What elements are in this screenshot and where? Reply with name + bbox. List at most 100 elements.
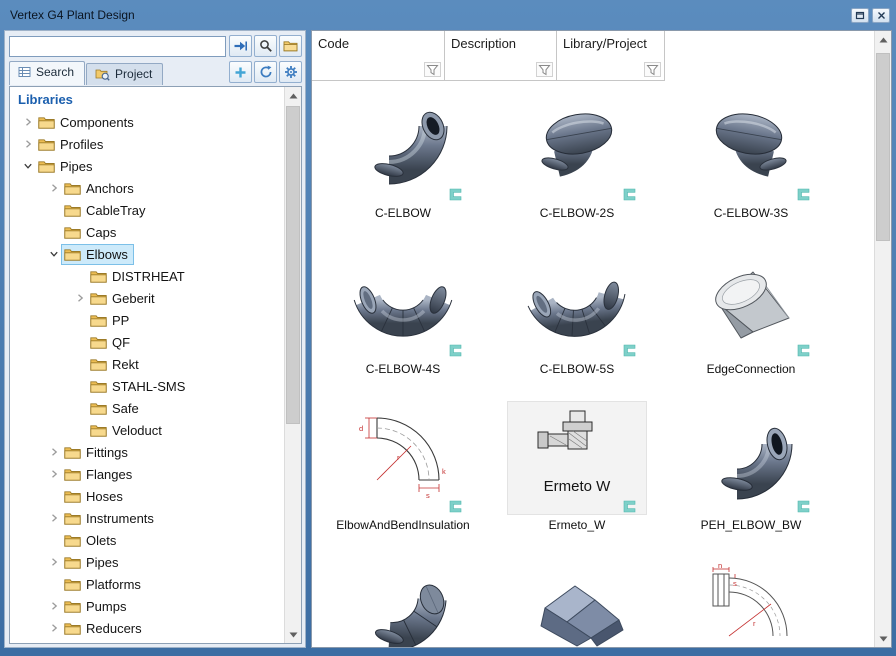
chevron-right-icon[interactable] [46, 467, 61, 481]
chevron-right-icon[interactable] [72, 291, 87, 305]
chevron-right-icon[interactable] [46, 555, 61, 569]
tree-item[interactable]: Elbows [10, 243, 284, 265]
window-controls [851, 8, 890, 23]
catalog-scrollbar[interactable] [874, 31, 891, 647]
component-badge-icon [449, 188, 462, 201]
tree-toolbar [229, 61, 302, 83]
tree-scrollbar[interactable] [284, 87, 301, 643]
chevron-down-icon[interactable] [20, 159, 35, 173]
scroll-down-button[interactable] [285, 626, 301, 643]
search-button[interactable] [254, 35, 277, 57]
scroll-up-button[interactable] [875, 31, 891, 48]
catalog-item[interactable]: hsr [664, 555, 838, 647]
tree-item[interactable]: Caps [10, 221, 284, 243]
tree-item[interactable]: Components [10, 111, 284, 133]
tree-item[interactable]: CableTray [10, 199, 284, 221]
catalog-item[interactable]: C-ELBOW-3S [664, 87, 838, 243]
chevron-right-icon[interactable] [46, 445, 61, 459]
tree-item[interactable]: Fittings [10, 441, 284, 463]
browse-button[interactable] [279, 35, 302, 57]
tree-item-label: Profiles [60, 137, 103, 152]
tree-item[interactable]: DISTRHEAT [10, 265, 284, 287]
tree-list: Libraries ComponentsProfilesPipesAnchors… [10, 87, 284, 643]
item-thumbnail [490, 555, 664, 647]
scroll-up-icon [879, 37, 888, 43]
tree-item[interactable]: Rekt [10, 353, 284, 375]
tree-item[interactable]: QF [10, 331, 284, 353]
component-badge-icon [449, 500, 462, 513]
tree-item[interactable]: Flanges [10, 463, 284, 485]
scrollbar-thumb[interactable] [876, 53, 890, 241]
filter-funnel-icon[interactable] [424, 62, 441, 77]
tree-item[interactable]: Instruments [10, 507, 284, 529]
tree-item[interactable]: Safe [10, 397, 284, 419]
search-row [5, 31, 305, 59]
catalog-item[interactable] [316, 555, 490, 647]
svg-text:Ermeto W: Ermeto W [544, 478, 612, 495]
tree-item-label: Olets [86, 533, 116, 548]
chevron-right-icon[interactable] [46, 621, 61, 635]
component-badge-icon [797, 188, 810, 201]
catalog-item[interactable]: C-ELBOW [316, 87, 490, 243]
window-content: SearchProject Libraries ComponentsProfil… [4, 30, 892, 648]
scroll-down-button[interactable] [875, 630, 891, 647]
tree-item[interactable]: Reducers [10, 617, 284, 639]
tree-item[interactable]: Profiles [10, 133, 284, 155]
folder-icon [64, 182, 81, 195]
chevron-placeholder [72, 357, 87, 371]
tree-item[interactable]: PP [10, 309, 284, 331]
tab-search[interactable]: Search [9, 61, 85, 85]
scroll-up-button[interactable] [285, 87, 301, 104]
column-header-library-project[interactable]: Library/Project [557, 31, 665, 81]
catalog-item[interactable]: C-ELBOW-2S [490, 87, 664, 243]
chevron-right-icon[interactable] [20, 137, 35, 151]
chevron-placeholder [72, 269, 87, 283]
tree-item[interactable]: Pumps [10, 595, 284, 617]
catalog-item[interactable]: PEH_ELBOW_BW [664, 399, 838, 555]
tree-item[interactable]: Hoses [10, 485, 284, 507]
item-code: Ermeto_W [490, 517, 664, 533]
folder-icon [90, 402, 107, 415]
tree-item[interactable]: Veloduct [10, 419, 284, 441]
chevron-right-icon[interactable] [20, 115, 35, 129]
column-header-code[interactable]: Code [312, 31, 445, 81]
catalog-item[interactable]: C-ELBOW-5S [490, 243, 664, 399]
tree-item[interactable]: Anchors [10, 177, 284, 199]
tree-item[interactable]: Geberit [10, 287, 284, 309]
item-thumbnail [316, 555, 490, 647]
close-button[interactable] [872, 8, 890, 23]
catalog-item[interactable]: Ermeto W Ermeto_W [490, 399, 664, 555]
tree-item-label: Pipes [60, 159, 93, 174]
tree-item-label: Safe [112, 401, 139, 416]
tab-project[interactable]: Project [86, 63, 163, 85]
catalog-item[interactable] [490, 555, 664, 647]
chevron-right-icon[interactable] [46, 511, 61, 525]
chevron-right-icon[interactable] [46, 181, 61, 195]
tree-item[interactable]: Olets [10, 529, 284, 551]
catalog-item[interactable]: EdgeConnection [664, 243, 838, 399]
refresh-button[interactable] [254, 61, 277, 83]
go-button[interactable] [229, 35, 252, 57]
catalog-item[interactable]: C-ELBOW-4S [316, 243, 490, 399]
chevron-down-icon[interactable] [46, 247, 61, 261]
catalog-item[interactable]: dsrk ElbowAndBendInsulation [316, 399, 490, 555]
tree-item[interactable]: ServicePiping [10, 639, 284, 643]
settings-button[interactable] [279, 61, 302, 83]
column-label: Description [451, 36, 516, 51]
tree-item[interactable]: Pipes [10, 551, 284, 573]
tree-item-label: Geberit [112, 291, 155, 306]
column-label: Code [318, 36, 349, 51]
chevron-right-icon[interactable] [46, 599, 61, 613]
column-header-description[interactable]: Description [445, 31, 557, 81]
scrollbar-thumb[interactable] [286, 106, 300, 424]
search-input[interactable] [9, 36, 226, 57]
add-button[interactable] [229, 61, 252, 83]
filter-funnel-icon[interactable] [644, 62, 661, 77]
tree-item[interactable]: STAHL-SMS [10, 375, 284, 397]
tree-item[interactable]: Platforms [10, 573, 284, 595]
restore-button[interactable] [851, 8, 869, 23]
filter-funnel-icon[interactable] [536, 62, 553, 77]
tree-item[interactable]: Pipes [10, 155, 284, 177]
library-tree: Libraries ComponentsProfilesPipesAnchors… [9, 86, 302, 644]
list-icon [18, 66, 31, 78]
